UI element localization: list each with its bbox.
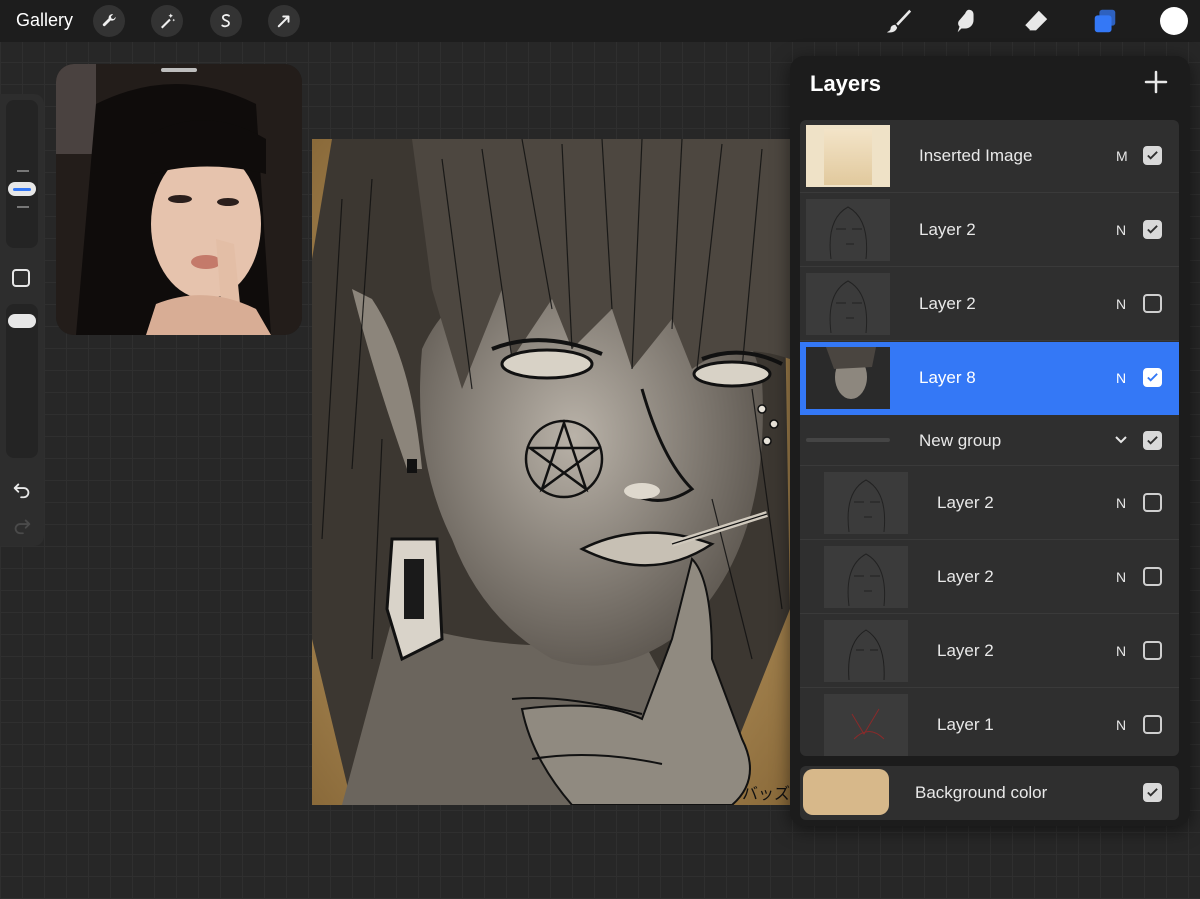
- blend-mode[interactable]: N: [1116, 495, 1126, 511]
- layer-thumbnail: [824, 694, 908, 756]
- reference-window[interactable]: [56, 64, 302, 335]
- layer-row-inserted-image[interactable]: Inserted Image M: [800, 120, 1179, 193]
- smudge-icon[interactable]: [952, 6, 982, 36]
- wrench-icon[interactable]: [93, 5, 125, 37]
- color-picker-swatch[interactable]: [1160, 7, 1188, 35]
- layer-name: Layer 2: [919, 294, 976, 313]
- layer-name: Layer 2: [937, 641, 994, 660]
- artwork-drawing: バッズ: [312, 139, 790, 805]
- layer-name: Layer 2: [919, 220, 976, 239]
- layer-thumbnail: [806, 347, 890, 409]
- layer-visibility-checkbox[interactable]: [1143, 493, 1162, 512]
- top-toolbar: Gallery: [0, 0, 1200, 42]
- layer-name: Layer 1: [937, 715, 994, 734]
- layer-thumbnail: [806, 125, 890, 187]
- group-layer-row-layer-2[interactable]: Layer 2 N: [800, 541, 1179, 614]
- magic-wand-icon[interactable]: [151, 5, 183, 37]
- layer-thumbnail: [824, 620, 908, 682]
- blend-mode[interactable]: N: [1116, 222, 1126, 238]
- group-name: New group: [919, 431, 1002, 450]
- layer-thumbnail: [824, 546, 908, 608]
- reference-drag-handle[interactable]: [161, 68, 197, 72]
- selection-icon[interactable]: [210, 5, 242, 37]
- artwork-canvas[interactable]: バッズ: [312, 139, 790, 805]
- brush-size-slider[interactable]: [6, 100, 38, 248]
- layer-visibility-checkbox[interactable]: [1143, 567, 1162, 586]
- opacity-knob[interactable]: [8, 314, 36, 328]
- layers-list: Inserted Image M Layer 2 N Layer 2 N Lay…: [800, 120, 1179, 756]
- blend-mode[interactable]: N: [1116, 370, 1126, 386]
- add-layer-icon[interactable]: [1144, 70, 1168, 94]
- left-sidebar: [0, 94, 44, 546]
- group-visibility-checkbox[interactable]: [1143, 431, 1162, 450]
- layer-name: Layer 8: [919, 368, 976, 387]
- redo-icon[interactable]: [11, 514, 33, 541]
- background-color-label: Background color: [915, 783, 1048, 802]
- layer-thumbnail: [806, 199, 890, 261]
- layer-row-layer-8[interactable]: Layer 8 N: [800, 342, 1179, 415]
- layer-visibility-checkbox[interactable]: [1143, 641, 1162, 660]
- layer-thumbnail: [806, 273, 890, 335]
- layer-visibility-checkbox[interactable]: [1143, 368, 1162, 387]
- group-layer-row-layer-1[interactable]: Layer 1 N: [800, 689, 1179, 756]
- undo-icon[interactable]: [11, 478, 33, 505]
- background-color-row[interactable]: Background color: [800, 766, 1179, 820]
- artist-signature: バッズ: [742, 784, 790, 803]
- blend-mode[interactable]: N: [1116, 717, 1126, 733]
- layer-name: Layer 2: [937, 567, 994, 586]
- background-color-swatch[interactable]: [803, 769, 889, 815]
- opacity-slider[interactable]: [6, 304, 38, 458]
- brush-size-knob[interactable]: [8, 182, 36, 196]
- layer-group-row[interactable]: New group: [800, 416, 1179, 466]
- layer-visibility-checkbox[interactable]: [1143, 220, 1162, 239]
- group-layer-row-layer-2[interactable]: Layer 2 N: [800, 615, 1179, 688]
- group-layer-row-layer-2[interactable]: Layer 2 N: [800, 467, 1179, 540]
- layer-visibility-checkbox[interactable]: [1143, 146, 1162, 165]
- chevron-down-icon[interactable]: [1114, 433, 1128, 447]
- layer-visibility-checkbox[interactable]: [1143, 715, 1162, 734]
- layer-visibility-checkbox[interactable]: [1143, 294, 1162, 313]
- gallery-button[interactable]: Gallery: [16, 10, 73, 31]
- layer-name: Layer 2: [937, 493, 994, 512]
- layer-row-layer-2[interactable]: Layer 2 N: [800, 268, 1179, 341]
- layers-panel-title: Layers: [810, 71, 881, 96]
- layer-row-layer-2[interactable]: Layer 2 N: [800, 194, 1179, 267]
- blend-mode[interactable]: N: [1116, 569, 1126, 585]
- layer-name: Inserted Image: [919, 146, 1033, 165]
- layers-icon[interactable]: [1090, 6, 1120, 36]
- transform-arrow-icon[interactable]: [268, 5, 300, 37]
- layers-panel: Layers Inserted Image M Layer 2 N Layer …: [790, 56, 1190, 826]
- eraser-icon[interactable]: [1021, 6, 1051, 36]
- modify-square-button[interactable]: [12, 269, 30, 287]
- blend-mode[interactable]: N: [1116, 296, 1126, 312]
- group-thumbnail: [806, 438, 890, 442]
- blend-mode[interactable]: N: [1116, 643, 1126, 659]
- blend-mode[interactable]: M: [1116, 148, 1128, 164]
- layer-thumbnail: [824, 472, 908, 534]
- brush-icon[interactable]: [884, 6, 914, 36]
- background-visibility-checkbox[interactable]: [1143, 783, 1162, 802]
- reference-photo: [56, 64, 302, 335]
